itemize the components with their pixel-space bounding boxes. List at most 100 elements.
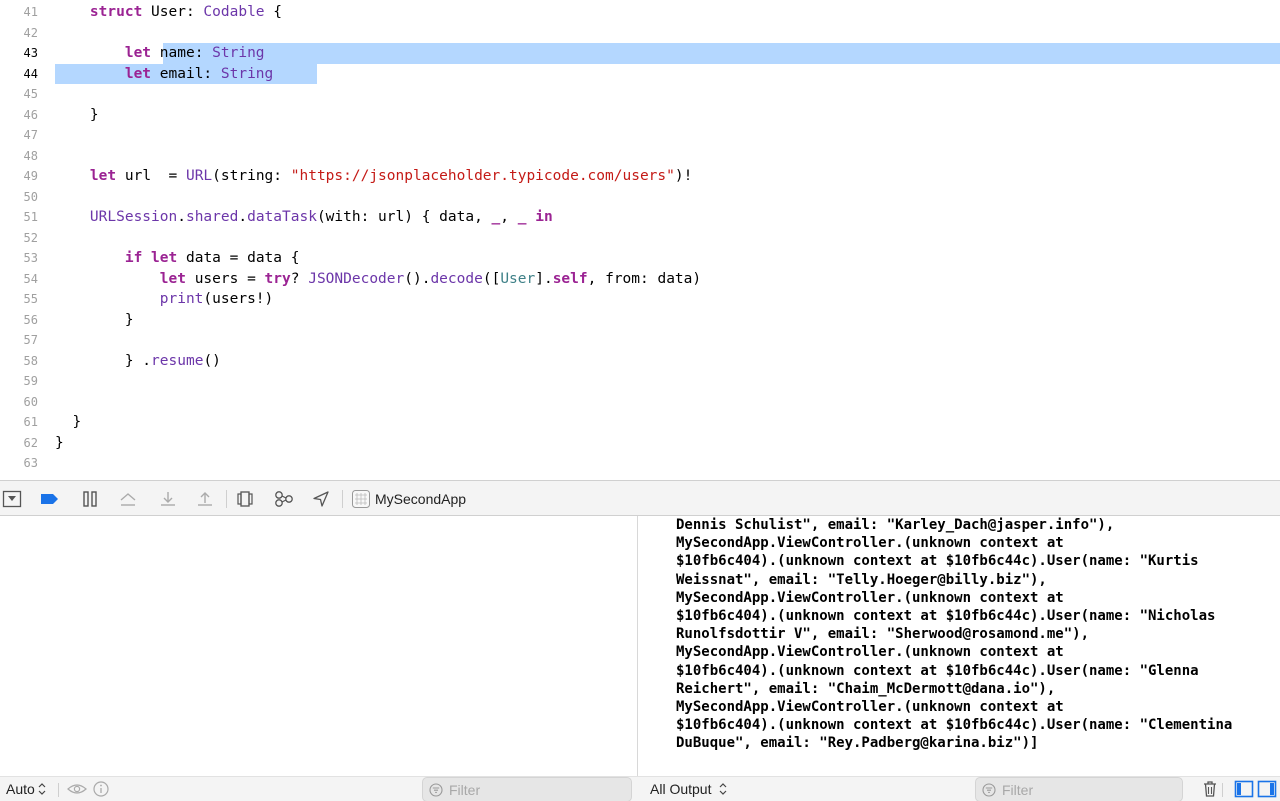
code-token: } <box>55 434 64 451</box>
line-number[interactable]: 61 <box>0 412 38 433</box>
line-number[interactable]: 42 <box>0 23 38 44</box>
code-token: (users!) <box>203 291 274 307</box>
chevron-updown-icon[interactable] <box>718 780 728 801</box>
line-number[interactable]: 53 <box>0 248 38 269</box>
breakpoints-toggle-icon[interactable] <box>39 488 61 510</box>
step-over-icon[interactable] <box>117 488 139 510</box>
code-token: . <box>177 209 186 225</box>
output-mode-label: All Output <box>650 781 712 797</box>
code-token: name: <box>151 45 213 61</box>
line-number[interactable]: 55 <box>0 289 38 310</box>
console-line: Reichert", email: "Chaim_McDermott@dana.… <box>676 680 1056 697</box>
code-line[interactable]: 56 } <box>0 310 1280 331</box>
line-number[interactable]: 41 <box>0 2 38 23</box>
code-token: } <box>72 414 82 430</box>
eye-icon[interactable] <box>66 780 88 801</box>
source-editor[interactable]: 41 struct User: Codable {42 43 let name: … <box>0 0 1280 480</box>
code-line[interactable]: 55 print(users!) <box>0 289 1280 310</box>
code-line[interactable]: 41 struct User: Codable { <box>0 2 1280 23</box>
simulate-location-icon[interactable] <box>310 488 332 510</box>
code-line[interactable]: 52 <box>0 228 1280 249</box>
code-line[interactable]: 43 let name: String <box>0 43 1280 64</box>
line-number[interactable]: 54 <box>0 269 38 290</box>
code-line[interactable]: 50 <box>0 187 1280 208</box>
code-line[interactable]: 42 <box>0 23 1280 44</box>
code-token: } <box>89 106 99 123</box>
line-number[interactable]: 48 <box>0 146 38 167</box>
code-line[interactable]: 63 <box>0 453 1280 474</box>
code-line[interactable]: 47 <box>0 125 1280 146</box>
code-line[interactable]: 61 } <box>0 412 1280 433</box>
pause-icon[interactable] <box>79 488 101 510</box>
console-line: MySecondApp.ViewController.(unknown cont… <box>676 698 1064 715</box>
code-token: URLSession <box>89 209 178 225</box>
step-into-icon[interactable] <box>157 488 179 510</box>
variables-mode-label: Auto <box>6 781 35 797</box>
code-line[interactable]: 48 <box>0 146 1280 167</box>
show-variables-view-icon[interactable] <box>1234 779 1254 801</box>
toolbar-separator <box>1222 783 1224 801</box>
line-number[interactable]: 44 <box>0 64 38 85</box>
code-line[interactable]: 62} <box>0 433 1280 454</box>
variables-view[interactable] <box>0 516 637 776</box>
code-line[interactable]: 45 <box>0 84 1280 105</box>
line-number[interactable]: 56 <box>0 310 38 331</box>
code-token: (). <box>404 270 431 287</box>
trash-icon[interactable] <box>1200 779 1220 801</box>
code-token: self <box>552 270 588 287</box>
hide-debug-area-icon[interactable] <box>1 488 23 510</box>
scheme-label[interactable]: MySecondApp <box>375 490 466 508</box>
code-token: { <box>264 4 282 20</box>
code-token: resume <box>151 352 204 369</box>
output-mode-popup[interactable]: All Output <box>650 781 711 798</box>
chevron-updown-icon[interactable] <box>37 780 47 801</box>
line-number[interactable]: 59 <box>0 371 38 392</box>
line-number[interactable]: 57 <box>0 330 38 351</box>
code-line[interactable]: 59 <box>0 371 1280 392</box>
console-line: $10fb6c404).(unknown context at $10fb6c4… <box>676 662 1199 679</box>
code-line[interactable]: 44 let email: String <box>0 63 1280 85</box>
console-line: Dennis Schulist", email: "Karley_Dach@ja… <box>676 517 1115 533</box>
code-text: } <box>55 433 64 454</box>
console-line: DuBuque", email: "Rey.Padberg@karina.biz… <box>676 735 1039 752</box>
code-token: let <box>124 45 152 61</box>
line-number[interactable]: 47 <box>0 125 38 146</box>
code-line[interactable]: 58 } .resume() <box>0 351 1280 372</box>
console-line: $10fb6c404).(unknown context at $10fb6c4… <box>676 607 1216 624</box>
code-line[interactable]: 51 URLSession.shared.dataTask(with: url)… <box>0 207 1280 228</box>
line-number[interactable]: 58 <box>0 351 38 372</box>
variables-mode-popup[interactable]: Auto <box>6 781 35 798</box>
line-number[interactable]: 43 <box>0 43 38 64</box>
line-number[interactable]: 49 <box>0 166 38 187</box>
code-line[interactable]: 53 if let data = data { <box>0 248 1280 269</box>
line-number[interactable]: 51 <box>0 207 38 228</box>
code-line[interactable]: 46 } <box>0 105 1280 126</box>
info-icon[interactable] <box>92 780 110 801</box>
console-line: MySecondApp.ViewController.(unknown cont… <box>676 644 1064 661</box>
code-line[interactable]: 57 <box>0 330 1280 351</box>
line-number[interactable]: 63 <box>0 453 38 474</box>
memory-graph-icon[interactable] <box>273 488 295 510</box>
variables-filter-field[interactable]: Filter <box>422 777 632 801</box>
line-number[interactable]: 62 <box>0 433 38 454</box>
line-number[interactable]: 45 <box>0 84 38 105</box>
code-token: (string: <box>212 168 291 184</box>
code-line[interactable]: 54 let users = try? JSONDecoder().decode… <box>0 269 1280 290</box>
console-output[interactable]: Dennis Schulist", email: "Karley_Dach@ja… <box>638 516 1280 776</box>
code-line[interactable]: 49 let url = URL(string: "https://jsonpl… <box>0 166 1280 187</box>
code-text: } <box>55 105 99 126</box>
code-token: )! <box>674 168 693 184</box>
line-number[interactable]: 60 <box>0 392 38 413</box>
code-token: shared <box>185 209 239 225</box>
code-token: User <box>500 270 536 287</box>
console-filter-field[interactable]: Filter <box>975 777 1183 801</box>
code-line[interactable]: 60 <box>0 392 1280 413</box>
view-hierarchy-icon[interactable] <box>234 488 256 510</box>
line-number[interactable]: 52 <box>0 228 38 249</box>
code-token: data = data { <box>177 250 300 266</box>
line-number[interactable]: 50 <box>0 187 38 208</box>
step-out-icon[interactable] <box>194 488 216 510</box>
code-token: let <box>124 65 152 82</box>
show-console-view-icon[interactable] <box>1257 779 1277 801</box>
line-number[interactable]: 46 <box>0 105 38 126</box>
